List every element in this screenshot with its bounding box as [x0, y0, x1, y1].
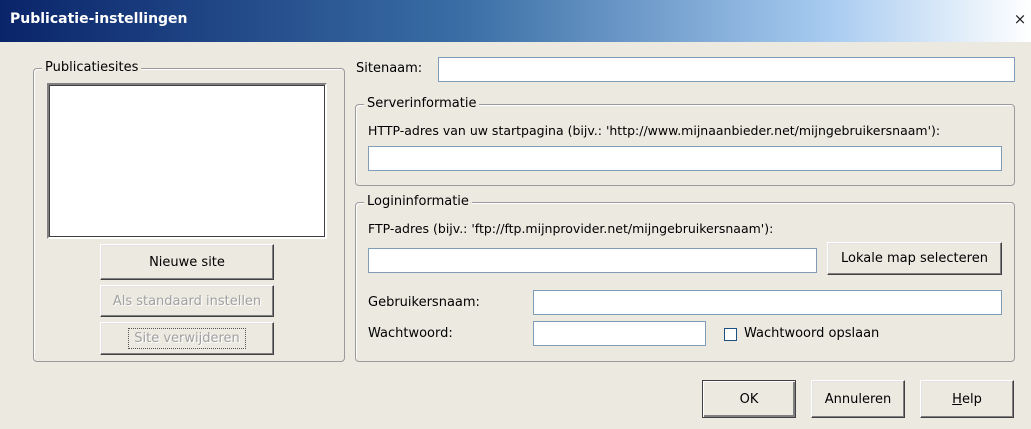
- cancel-button[interactable]: Annuleren: [811, 380, 905, 418]
- password-label: Wachtwoord:: [368, 326, 453, 341]
- server-info-legend: Serverinformatie: [364, 96, 480, 112]
- http-address-label: HTTP-adres van uw startpagina (bijv.: 'h…: [368, 123, 941, 138]
- login-info-legend: Logininformatie: [364, 194, 472, 210]
- sitename-label: Sitenaam:: [356, 61, 423, 76]
- title-bar[interactable]: Publicatie-instellingen ×: [0, 0, 1031, 42]
- new-site-button[interactable]: Nieuwe site: [100, 244, 274, 280]
- set-default-button-label: Als standaard instellen: [112, 293, 262, 309]
- ok-button-label: OK: [739, 391, 759, 407]
- publication-sites-legend: Publicatiesites: [42, 60, 142, 76]
- server-info-group: Serverinformatie: [355, 96, 1015, 186]
- ftp-address-field[interactable]: [368, 248, 817, 273]
- dialog-title: Publicatie-instellingen: [10, 11, 188, 27]
- new-site-button-label: Nieuwe site: [149, 254, 225, 270]
- select-local-folder-label: Lokale map selecteren: [841, 251, 988, 266]
- help-button[interactable]: Help: [920, 380, 1014, 418]
- username-label: Gebruikersnaam:: [368, 295, 480, 310]
- http-address-field[interactable]: [368, 146, 1002, 171]
- sitename-field[interactable]: [438, 57, 1015, 82]
- remove-site-button[interactable]: Site verwijderen: [100, 322, 274, 355]
- password-field[interactable]: [533, 321, 706, 346]
- remove-site-button-label: Site verwijderen: [128, 328, 246, 349]
- save-password-label[interactable]: Wachtwoord opslaan: [744, 326, 879, 341]
- save-password-checkbox[interactable]: [724, 328, 737, 341]
- select-local-folder-button[interactable]: Lokale map selecteren: [827, 242, 1002, 275]
- help-mnemonic: H: [952, 391, 962, 407]
- set-default-button[interactable]: Als standaard instellen: [100, 285, 274, 317]
- close-icon[interactable]: ×: [1011, 10, 1029, 28]
- help-button-label: Help: [952, 392, 982, 407]
- ftp-address-label: FTP-adres (bijv.: 'ftp://ftp.mijnprovide…: [368, 221, 774, 236]
- ok-button[interactable]: OK: [702, 380, 796, 418]
- dialog-window: Publicatie-instellingen × Publicatiesite…: [0, 0, 1031, 429]
- help-label-rest: elp: [961, 391, 982, 407]
- cancel-button-label: Annuleren: [824, 391, 892, 407]
- username-field[interactable]: [533, 290, 1002, 315]
- sites-listbox[interactable]: [47, 83, 327, 239]
